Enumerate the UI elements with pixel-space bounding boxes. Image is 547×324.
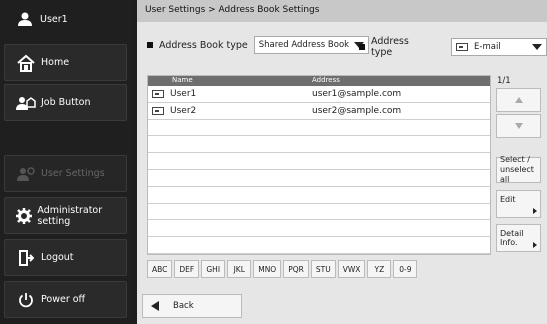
book-type-filter: Address Book type Shared Address Book bbox=[147, 36, 370, 54]
empty-row bbox=[148, 237, 490, 254]
sidebar-item-home[interactable]: Home bbox=[4, 44, 127, 81]
sidebar-item-administrator-setting[interactable]: Administrator setting bbox=[4, 197, 127, 234]
job-button-icon bbox=[11, 95, 41, 111]
home-icon bbox=[11, 54, 41, 72]
breadcrumb: User Settings > Address Book Settings bbox=[137, 0, 547, 22]
power-icon bbox=[11, 292, 41, 308]
gear-icon bbox=[11, 207, 37, 224]
book-type-value: Shared Address Book bbox=[258, 40, 350, 50]
arrow-down-icon bbox=[514, 123, 523, 129]
empty-row bbox=[148, 204, 490, 221]
empty-row bbox=[148, 136, 490, 154]
empty-row bbox=[148, 170, 490, 187]
user-name: User1 bbox=[40, 13, 68, 25]
column-header-address: Address bbox=[312, 76, 340, 84]
page-counter: 1/1 bbox=[497, 76, 511, 86]
back-arrow-icon bbox=[151, 301, 159, 311]
row-name: User2 bbox=[170, 105, 197, 116]
tab-stu[interactable]: STU bbox=[310, 260, 336, 278]
logout-icon bbox=[11, 249, 41, 266]
tab-0-9[interactable]: 0-9 bbox=[393, 260, 418, 278]
mail-icon bbox=[152, 106, 164, 115]
edit-button[interactable]: Edit bbox=[496, 190, 541, 218]
column-header-name: Name bbox=[172, 76, 193, 84]
empty-row bbox=[148, 220, 490, 238]
sidebar-item-label: Administrator setting bbox=[37, 204, 103, 227]
bullet-icon bbox=[147, 42, 153, 48]
address-type-value: E-mail bbox=[474, 42, 501, 52]
table-row[interactable]: User1 user1@sample.com bbox=[148, 86, 490, 103]
main-panel: User Settings > Address Book Settings Ad… bbox=[137, 0, 547, 324]
bullet-icon bbox=[359, 44, 365, 50]
sidebar-item-power-off[interactable]: Power off bbox=[4, 281, 127, 318]
sidebar-item-job-button[interactable]: Job Button bbox=[4, 84, 127, 121]
row-address: user1@sample.com bbox=[312, 88, 402, 99]
address-list: Name Address User1 user1@sample.com User… bbox=[147, 75, 491, 255]
tab-jkl[interactable]: JKL bbox=[227, 260, 252, 278]
sidebar: User1 Home Job Button User Settings Admi… bbox=[0, 0, 133, 324]
user-icon bbox=[10, 12, 40, 26]
back-button[interactable]: Back bbox=[142, 294, 242, 318]
list-header: Name Address bbox=[148, 76, 490, 86]
tab-mno[interactable]: MNO bbox=[253, 260, 282, 278]
edit-label: Edit bbox=[500, 195, 516, 204]
scroll-up-button[interactable] bbox=[496, 88, 541, 112]
chevron-right-icon bbox=[533, 242, 537, 248]
row-address: user2@sample.com bbox=[312, 105, 402, 116]
tab-def[interactable]: DEF bbox=[174, 260, 200, 278]
index-tabs: ABC DEF GHI JKL MNO PQR STU VWX YZ 0-9 bbox=[147, 260, 419, 278]
tab-abc[interactable]: ABC bbox=[147, 260, 173, 278]
tab-yz[interactable]: YZ bbox=[367, 260, 392, 278]
arrow-up-icon bbox=[514, 97, 523, 103]
sidebar-item-label: Logout bbox=[41, 252, 74, 263]
table-row[interactable]: User2 user2@sample.com bbox=[148, 103, 490, 120]
address-type-filter: Address type E-mail bbox=[359, 36, 547, 58]
sidebar-item-label: Home bbox=[41, 57, 70, 68]
sidebar-item-label: Power off bbox=[41, 294, 86, 305]
mail-icon bbox=[456, 43, 469, 51]
back-label: Back bbox=[173, 301, 194, 311]
mail-icon bbox=[152, 89, 164, 98]
row-name: User1 bbox=[170, 88, 197, 99]
current-user: User1 bbox=[4, 4, 127, 34]
tab-ghi[interactable]: GHI bbox=[201, 260, 226, 278]
sidebar-item-label: User Settings bbox=[41, 168, 105, 179]
book-type-dropdown[interactable]: Shared Address Book bbox=[253, 36, 370, 54]
scroll-down-button[interactable] bbox=[496, 114, 541, 138]
chevron-right-icon bbox=[533, 208, 537, 214]
tab-pqr[interactable]: PQR bbox=[283, 260, 309, 278]
detail-info-button[interactable]: Detail Info. bbox=[496, 224, 541, 252]
tab-vwx[interactable]: VWX bbox=[337, 260, 366, 278]
select-unselect-all-button[interactable]: Select / unselect all bbox=[496, 155, 541, 184]
sidebar-item-logout[interactable]: Logout bbox=[4, 239, 127, 276]
address-type-label: Address type bbox=[371, 36, 409, 58]
chevron-down-icon bbox=[532, 44, 542, 50]
empty-row bbox=[148, 153, 490, 170]
sidebar-item-label: Job Button bbox=[41, 97, 91, 108]
sidebar-item-user-settings[interactable]: User Settings bbox=[4, 155, 127, 192]
select-all-label: Select / unselect all bbox=[500, 155, 534, 184]
empty-row bbox=[148, 120, 490, 137]
user-settings-icon bbox=[11, 166, 41, 182]
empty-row bbox=[148, 187, 490, 204]
address-type-dropdown[interactable]: E-mail bbox=[451, 38, 547, 56]
book-type-label: Address Book type bbox=[159, 39, 248, 51]
